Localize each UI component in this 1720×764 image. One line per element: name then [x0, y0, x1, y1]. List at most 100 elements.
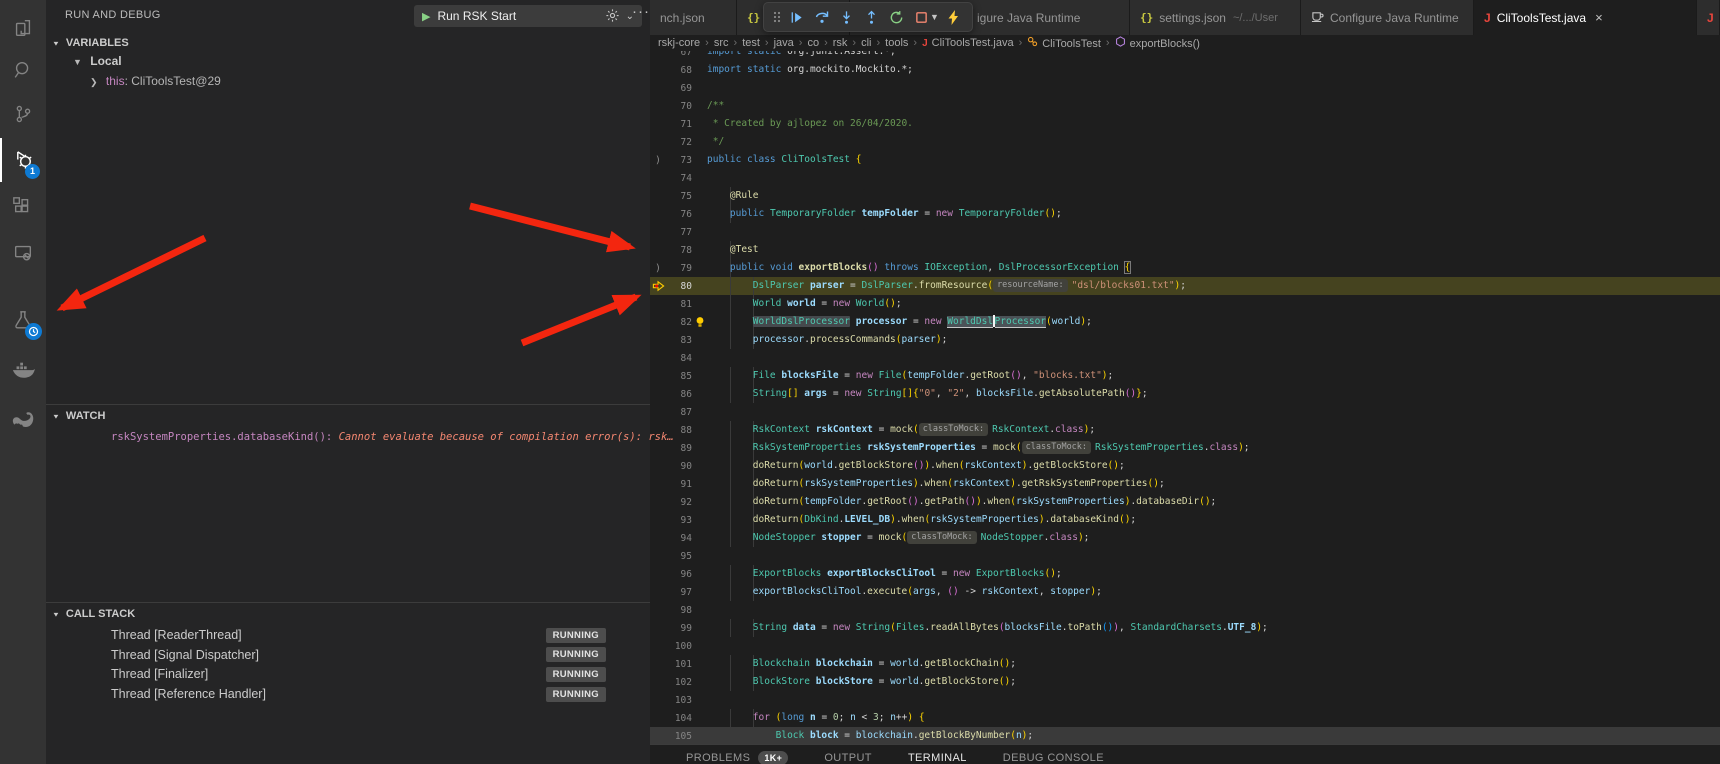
code-line-93[interactable]: 93 doReturn(DbKind.LEVEL_DB).when(rskSys…	[650, 511, 1720, 529]
tab-hidden-6[interactable]: J	[1697, 0, 1720, 35]
variable-this-row[interactable]: ❯ this: CliToolsTest@29	[90, 74, 221, 88]
fold-glyph[interactable]: )	[650, 263, 666, 274]
code-line-81[interactable]: 81 World world = new World();	[650, 295, 1720, 313]
explorer-icon[interactable]	[0, 6, 46, 50]
breadcrumb-item-tools[interactable]: tools	[885, 37, 908, 49]
call-stack-thread-row[interactable]: Thread [Signal Dispatcher]RUNNING	[46, 645, 650, 665]
code-line-70[interactable]: 70/**	[650, 97, 1720, 115]
code-line-75[interactable]: 75 @Rule	[650, 187, 1720, 205]
source-control-icon[interactable]	[0, 92, 46, 136]
hot-code-replace-icon[interactable]	[941, 4, 966, 30]
code-line-74[interactable]: 74	[650, 169, 1720, 187]
code-line-89[interactable]: 89 RskSystemProperties rskSystemProperti…	[650, 439, 1720, 457]
code-line-100[interactable]: 100	[650, 637, 1720, 655]
code-line-105[interactable]: 105 Block block = blockchain.getBlockByN…	[650, 727, 1720, 744]
breadcrumb-item-rsk[interactable]: rsk	[833, 37, 848, 49]
run-debug-icon[interactable]: 1	[0, 138, 46, 182]
call-stack-section-header[interactable]: ▼ CALL STACK	[46, 603, 650, 625]
code-line-67[interactable]: 67import static org.junit.Assert.*;	[650, 51, 1720, 61]
code-line-84[interactable]: 84	[650, 349, 1720, 367]
panel-tab-terminal[interactable]: TERMINAL	[908, 746, 967, 764]
remote-explorer-icon[interactable]	[0, 231, 46, 275]
code-line-97[interactable]: 97 exportBlocksCliTool.execute(args, () …	[650, 583, 1720, 601]
step-over-icon[interactable]	[809, 4, 834, 30]
code-line-77[interactable]: 77	[650, 223, 1720, 241]
panel-tab-debug-console[interactable]: DEBUG CONSOLE	[1003, 746, 1104, 764]
call-stack-thread-row[interactable]: Thread [ReaderThread]RUNNING	[46, 625, 650, 645]
panel-tab-problems[interactable]: PROBLEMS1K+	[686, 745, 788, 764]
start-debug-icon[interactable]: ▶	[422, 10, 430, 23]
code-line-87[interactable]: 87	[650, 403, 1720, 421]
extensions-icon[interactable]	[0, 185, 46, 229]
breadcrumb-item-co[interactable]: co	[807, 37, 819, 49]
fold-glyph[interactable]: )	[650, 155, 666, 166]
code-line-92[interactable]: 92 doReturn(tempFolder.getRoot().getPath…	[650, 493, 1720, 511]
code-line-86[interactable]: 86 String[] args = new String[]{"0", "2"…	[650, 385, 1720, 403]
watch-section-header[interactable]: ▼ WATCH	[46, 405, 650, 427]
code-line-88[interactable]: 88 RskContext rskContext = mock(classToM…	[650, 421, 1720, 439]
breadcrumb-item-clitoolstest[interactable]: CliToolsTest	[1027, 36, 1101, 50]
step-into-icon[interactable]	[834, 4, 859, 30]
code-line-83[interactable]: 83 processor.processCommands(parser);	[650, 331, 1720, 349]
code-line-98[interactable]: 98	[650, 601, 1720, 619]
tab-nch.json[interactable]: nch.json	[650, 0, 737, 35]
breadcrumb-item-java[interactable]: java	[774, 37, 794, 49]
code-line-99[interactable]: 99 String data = new String(Files.readAl…	[650, 619, 1720, 637]
debug-current-line-arrow-icon[interactable]	[650, 280, 666, 292]
configure-launch-gear-icon[interactable]	[605, 8, 620, 28]
code-line-91[interactable]: 91 doReturn(rskSystemProperties).when(rs…	[650, 475, 1720, 493]
breadcrumb-item-cli[interactable]: cli	[861, 37, 871, 49]
code-line-101[interactable]: 101 Blockchain blockchain = world.getBlo…	[650, 655, 1720, 673]
gradle-icon[interactable]	[0, 398, 46, 442]
code-line-73[interactable]: )73public class CliToolsTest {	[650, 151, 1720, 169]
call-stack-thread-row[interactable]: Thread [Finalizer]RUNNING	[46, 664, 650, 684]
code-line-76[interactable]: 76 public TemporaryFolder tempFolder = n…	[650, 205, 1720, 223]
code-line-85[interactable]: 85 File blocksFile = new File(tempFolder…	[650, 367, 1720, 385]
variables-section-header[interactable]: ▼ VARIABLES	[46, 32, 650, 54]
breadcrumb[interactable]: rskj-core›src›test›java›co›rsk›cli›tools…	[650, 35, 1720, 51]
breadcrumb-separator: ›	[705, 37, 709, 49]
tab-configure-java-runtime[interactable]: Configure Java Runtime	[1301, 0, 1474, 35]
panel-tab-output[interactable]: OUTPUT	[824, 746, 872, 764]
code-line-72[interactable]: 72 */	[650, 133, 1720, 151]
lightbulb-icon[interactable]	[692, 313, 707, 331]
code-line-94[interactable]: 94 NodeStopper stopper = mock(classToMoc…	[650, 529, 1720, 547]
close-icon[interactable]: ×	[1595, 10, 1603, 25]
line-number: 71	[666, 119, 692, 130]
code-line-102[interactable]: 102 BlockStore blockStore = world.getBlo…	[650, 673, 1720, 691]
code-line-90[interactable]: 90 doReturn(world.getBlockStore()).when(…	[650, 457, 1720, 475]
code-line-71[interactable]: 71 * Created by ajlopez on 26/04/2020.	[650, 115, 1720, 133]
breadcrumb-item-rskj-core[interactable]: rskj-core	[658, 37, 700, 49]
breadcrumb-item-test[interactable]: test	[742, 37, 760, 49]
sidebar-title: RUN AND DEBUG	[65, 9, 161, 21]
step-out-icon[interactable]	[859, 4, 884, 30]
continue-icon[interactable]	[784, 4, 809, 30]
variables-scope-local[interactable]: ▼ Local	[73, 54, 122, 68]
tab-settings.json[interactable]: {}settings.json~/.../User	[1130, 0, 1301, 35]
code-line-95[interactable]: 95	[650, 547, 1720, 565]
code-line-82[interactable]: 82 WorldDslProcessor processor = new Wor…	[650, 313, 1720, 331]
breadcrumb-item-src[interactable]: src	[714, 37, 729, 49]
code-line-69[interactable]: 69	[650, 79, 1720, 97]
tab-clitoolstest.java[interactable]: JCliToolsTest.java×	[1474, 0, 1697, 35]
code-line-103[interactable]: 103	[650, 691, 1720, 709]
code-line-96[interactable]: 96 ExportBlocks exportBlocksCliTool = ne…	[650, 565, 1720, 583]
restart-icon[interactable]	[884, 4, 909, 30]
watch-expression-row[interactable]: rskSystemProperties.databaseKind(): Cann…	[111, 429, 674, 443]
test-beaker-icon[interactable]	[0, 298, 46, 342]
code-line-80[interactable]: 80 DslParser parser = DslParser.fromReso…	[650, 277, 1720, 295]
search-icon[interactable]	[0, 48, 46, 92]
code-editor[interactable]: 67import static org.junit.Assert.*;68imp…	[650, 51, 1720, 744]
more-actions-icon[interactable]: ···	[632, 3, 650, 20]
variables-header-label: VARIABLES	[66, 37, 129, 49]
stop-options-chevron-icon[interactable]: ▼	[930, 12, 939, 22]
docker-icon[interactable]	[0, 349, 46, 393]
code-line-78[interactable]: 78 @Test	[650, 241, 1720, 259]
code-line-79[interactable]: )79 public void exportBlocks() throws IO…	[650, 259, 1720, 277]
toolbar-drag-handle[interactable]	[770, 10, 784, 24]
call-stack-thread-row[interactable]: Thread [Reference Handler]RUNNING	[46, 684, 650, 704]
breadcrumb-item-exportblocks-[interactable]: exportBlocks()	[1115, 36, 1200, 50]
code-line-104[interactable]: 104 for (long n = 0; n < 3; n++) {	[650, 709, 1720, 727]
breadcrumb-item-clitoolstest.java[interactable]: JCliToolsTest.java	[922, 37, 1013, 49]
code-line-68[interactable]: 68import static org.mockito.Mockito.*;	[650, 61, 1720, 79]
